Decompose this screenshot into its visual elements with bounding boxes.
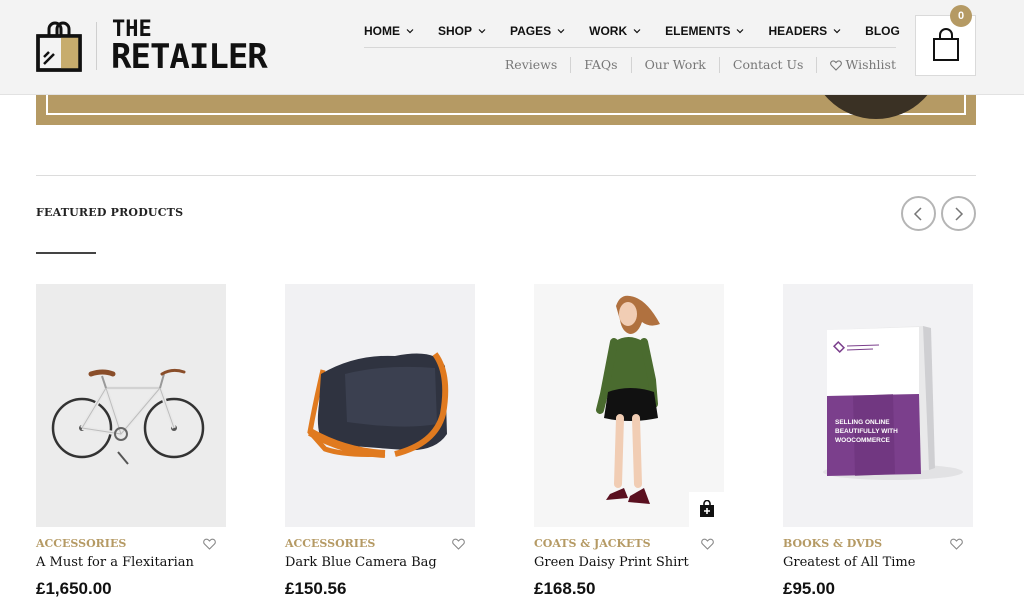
nav-label: PAGES (510, 24, 552, 38)
wishlist-heart-icon[interactable] (950, 538, 963, 550)
messenger-bag-image (307, 352, 449, 458)
product-card: SELLING ONLINE BEAUTIFULLY WITH WOOCOMME… (783, 284, 973, 598)
nav-item-pages[interactable]: PAGES (510, 24, 565, 38)
model-in-shirt-image (596, 295, 660, 504)
chevron-down-icon (406, 29, 414, 34)
product-category[interactable]: COATS & JACKETS (534, 537, 651, 550)
nav-label: HOME (364, 24, 400, 38)
nav-item-blog[interactable]: BLOG (865, 24, 900, 38)
wishlist-heart-icon[interactable] (701, 538, 714, 550)
product-image[interactable] (36, 284, 226, 527)
shopping-bag-logo-icon[interactable] (36, 20, 82, 72)
sub-nav-our-work[interactable]: Our Work (630, 57, 719, 73)
sub-nav-wishlist[interactable]: Wishlist (816, 57, 896, 73)
product-category[interactable]: ACCESSORIES (36, 537, 126, 550)
nav-label: ELEMENTS (665, 24, 731, 38)
chevron-down-icon (478, 29, 486, 34)
heart-icon (830, 59, 843, 71)
product-name[interactable]: Green Daisy Print Shirt (534, 555, 689, 570)
product-price: £150.56 (285, 579, 347, 598)
nav-label: BLOG (865, 24, 900, 38)
add-to-bag-icon (700, 500, 714, 517)
section-divider (36, 175, 976, 176)
product-image[interactable]: SELLING ONLINE BEAUTIFULLY WITH WOOCOMME… (783, 284, 973, 527)
chevron-down-icon (633, 29, 641, 34)
product-name[interactable]: A Must for a Flexitarian (36, 555, 194, 570)
product-category[interactable]: ACCESSORIES (285, 537, 375, 550)
section-title: FEATURED PRODUCTS (36, 206, 184, 219)
wishlist-heart-icon[interactable] (203, 538, 216, 550)
nav-item-work[interactable]: WORK (589, 24, 641, 38)
nav-label: SHOP (438, 24, 473, 38)
logo-text-retailer[interactable]: RETAILER (111, 37, 268, 77)
sub-nav-label: FAQs (584, 57, 618, 72)
main-navigation: HOME SHOP PAGES WORK ELEMENTS HEADERS BL… (364, 16, 900, 46)
bicycle-image (51, 368, 205, 465)
sub-nav-reviews[interactable]: Reviews (492, 57, 570, 73)
secondary-navigation: Reviews FAQs Our Work Contact Us Wishlis… (492, 57, 896, 73)
product-card: COATS & JACKETS Green Daisy Print Shirt … (534, 284, 724, 598)
site-header: THE RETAILER HOME SHOP PAGES WORK ELEMEN… (0, 0, 1024, 95)
book-cover-line: WOOCOMMERCE (835, 437, 890, 444)
logo-divider (96, 22, 97, 70)
product-price: £95.00 (783, 579, 835, 598)
nav-item-elements[interactable]: ELEMENTS (665, 24, 744, 38)
nav-item-headers[interactable]: HEADERS (768, 24, 841, 38)
carousel-next-button[interactable] (941, 196, 976, 231)
book-cover-line: SELLING ONLINE (835, 419, 890, 426)
sub-nav-faqs[interactable]: FAQs (570, 57, 630, 73)
nav-item-shop[interactable]: SHOP (438, 24, 486, 38)
chevron-down-icon (833, 29, 841, 34)
chevron-down-icon (737, 29, 744, 34)
sub-nav-label: Contact Us (732, 57, 804, 72)
chevron-right-icon (955, 207, 964, 221)
product-category[interactable]: BOOKS & DVDS (783, 537, 882, 550)
carousel-prev-button[interactable] (901, 196, 936, 231)
chevron-left-icon (913, 207, 922, 221)
book-cover-line: BEAUTIFULLY WITH (835, 428, 898, 435)
quick-add-to-cart-button[interactable] (689, 492, 724, 527)
nav-item-home[interactable]: HOME (364, 24, 414, 38)
cart-count-badge[interactable]: 0 (950, 5, 972, 27)
book-cover-title: SELLING ONLINE BEAUTIFULLY WITH WOOCOMME… (835, 418, 898, 445)
sub-nav-label: Reviews (504, 57, 558, 72)
product-price: £168.50 (534, 579, 596, 598)
product-card: ACCESSORIES Dark Blue Camera Bag £150.56 (285, 284, 475, 598)
sub-nav-label: Wishlist (845, 57, 896, 72)
title-underline (36, 252, 96, 254)
shopping-bag-icon (933, 28, 959, 61)
promo-banner[interactable] (36, 95, 976, 125)
nav-divider (364, 47, 896, 48)
nav-label: HEADERS (768, 24, 828, 38)
wishlist-heart-icon[interactable] (452, 538, 465, 550)
product-price: £1,650.00 (36, 579, 112, 598)
sub-nav-contact-us[interactable]: Contact Us (718, 57, 817, 73)
nav-label: WORK (589, 24, 628, 38)
product-image[interactable] (285, 284, 475, 527)
product-card: ACCESSORIES A Must for a Flexitarian £1,… (36, 284, 226, 598)
product-name[interactable]: Dark Blue Camera Bag (285, 555, 437, 570)
product-name[interactable]: Greatest of All Time (783, 555, 915, 570)
book-image (823, 326, 963, 480)
product-image[interactable] (534, 284, 724, 527)
chevron-down-icon (557, 29, 565, 34)
sub-nav-label: Our Work (644, 57, 706, 72)
